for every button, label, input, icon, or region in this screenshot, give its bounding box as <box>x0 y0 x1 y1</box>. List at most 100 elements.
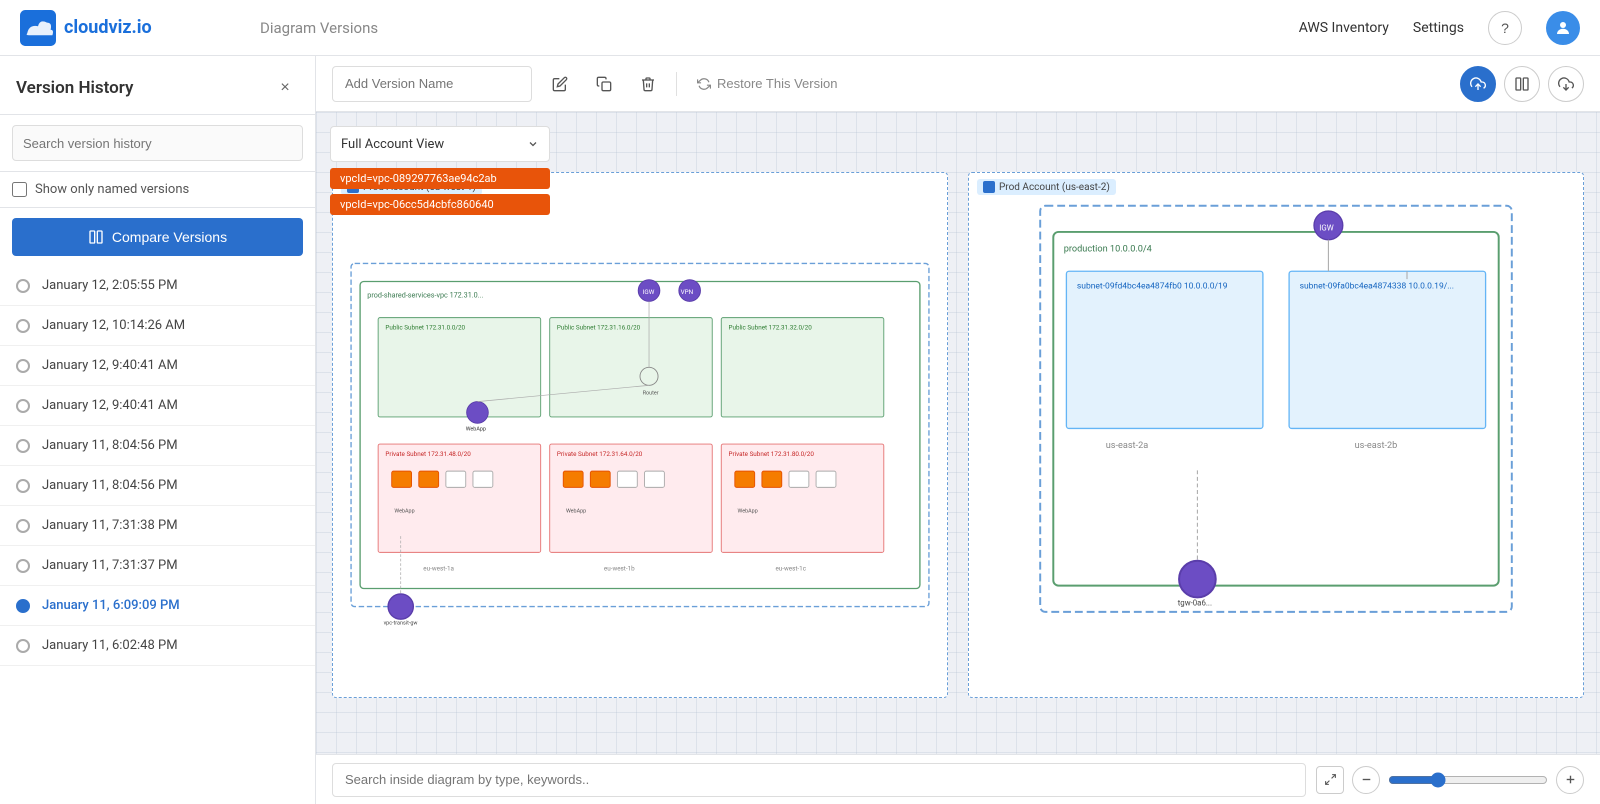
panel-right-label: Prod Account (us-east-2) <box>999 182 1110 193</box>
named-versions-label: Show only named versions <box>35 182 189 197</box>
expand-icon <box>1324 773 1337 786</box>
svg-text:Private Subnet 172.31.48.0/20: Private Subnet 172.31.48.0/20 <box>385 450 471 458</box>
version-dot <box>16 639 30 653</box>
logo-text: cloudviz.io <box>64 17 152 38</box>
upload-button[interactable] <box>1460 66 1496 102</box>
upload-icon <box>1470 76 1486 92</box>
diagrams-container: Prod Account (eu-west-1) prod-shared-ser… <box>332 172 1584 698</box>
svg-text:Public Subnet 172.31.16.0/20: Public Subnet 172.31.16.0/20 <box>557 323 641 331</box>
diagram-area: Full Account View vpcId=vpc-089297763ae9… <box>316 112 1600 754</box>
aws-inventory-link[interactable]: AWS Inventory <box>1299 20 1389 36</box>
version-date-text: January 11, 8:04:56 PM <box>42 478 178 493</box>
diagram-controls: Full Account View vpcId=vpc-089297763ae9… <box>330 126 550 215</box>
svg-text:Private Subnet 172.31.80.0/20: Private Subnet 172.31.80.0/20 <box>728 450 814 458</box>
svg-text:WebApp: WebApp <box>394 509 414 515</box>
version-list-item[interactable]: January 11, 6:02:48 PM <box>0 626 315 666</box>
version-list-item[interactable]: January 11, 8:04:56 PM <box>0 466 315 506</box>
zoom-out-button[interactable] <box>1352 766 1380 794</box>
version-name-input[interactable] <box>332 66 532 102</box>
search-inside-diagram[interactable] <box>332 763 1306 797</box>
copy-icon <box>596 76 612 92</box>
compare-versions-button[interactable]: Compare Versions <box>12 218 303 256</box>
version-list-item[interactable]: January 11, 6:09:09 PM <box>0 586 315 626</box>
toolbar-right <box>1460 66 1584 102</box>
named-versions-checkbox[interactable] <box>12 182 27 197</box>
panel-right-header: Prod Account (us-east-2) <box>977 179 1116 195</box>
version-date-text: January 11, 6:09:09 PM <box>42 598 180 613</box>
person-icon <box>1554 19 1572 37</box>
vpc-pill-1[interactable]: vpcId=vpc-089297763ae94c2ab <box>330 168 550 189</box>
page-title: Diagram Versions <box>260 19 1279 37</box>
sidebar-header: Version History × <box>0 56 315 115</box>
main-content: Restore This Version <box>316 56 1600 804</box>
diagram-svg-right: production 10.0.0.0/4 IGW Router subnet-… <box>969 173 1583 697</box>
panel-right-icon <box>983 181 995 193</box>
edit-icon <box>552 76 568 92</box>
restore-version-button[interactable]: Restore This Version <box>689 76 845 91</box>
filter-dropdown[interactable]: Full Account View <box>330 126 550 162</box>
compare-icon-button[interactable] <box>1504 66 1540 102</box>
svg-text:eu-west-1b: eu-west-1b <box>604 564 635 572</box>
svg-text:IGW: IGW <box>1319 224 1333 233</box>
version-list-item[interactable]: January 12, 2:05:55 PM <box>0 266 315 306</box>
svg-text:production 10.0.0.0/4: production 10.0.0.0/4 <box>1064 244 1152 255</box>
download-button[interactable] <box>1548 66 1584 102</box>
fullscreen-button[interactable] <box>1316 766 1344 794</box>
svg-text:Router: Router <box>643 390 659 396</box>
version-dot <box>16 399 30 413</box>
zoom-in-button[interactable] <box>1556 766 1584 794</box>
version-date-text: January 12, 2:05:55 PM <box>42 278 178 293</box>
main-layout: Version History × Show only named versio… <box>0 56 1600 804</box>
version-list-item[interactable]: January 11, 7:31:38 PM <box>0 506 315 546</box>
search-box <box>0 115 315 172</box>
diagram-panel-left: Prod Account (eu-west-1) prod-shared-ser… <box>332 172 948 698</box>
compare-icon <box>88 229 104 245</box>
svg-text:eu-west-1c: eu-west-1c <box>775 564 806 572</box>
svg-text:eu-west-1a: eu-west-1a <box>423 564 454 572</box>
delete-version-button[interactable] <box>632 68 664 100</box>
copy-version-button[interactable] <box>588 68 620 100</box>
version-list-item[interactable]: January 12, 9:40:41 AM <box>0 386 315 426</box>
search-input[interactable] <box>12 125 303 161</box>
vpc-pill-2[interactable]: vpcId=vpc-06cc5d4cbfc860640 <box>330 194 550 215</box>
zoom-controls <box>1316 766 1584 794</box>
svg-text:subnet-09fa0bc4ea4874338 10.0.: subnet-09fa0bc4ea4874338 10.0.0.19/... <box>1300 281 1454 291</box>
svg-text:WebApp: WebApp <box>738 509 758 515</box>
svg-text:tgw-0a6...: tgw-0a6... <box>1178 598 1212 607</box>
diagram-panel-right: Prod Account (us-east-2) production 10.0… <box>968 172 1584 698</box>
logo-area: cloudviz.io <box>20 10 220 46</box>
restore-icon <box>697 77 711 91</box>
settings-link[interactable]: Settings <box>1413 20 1464 36</box>
svg-text:subnet-09fd4bc4ea4874fb0 10.0.: subnet-09fd4bc4ea4874fb0 10.0.0.0/19 <box>1077 281 1228 291</box>
restore-btn-label: Restore This Version <box>717 76 837 91</box>
version-list-item[interactable]: January 12, 9:40:41 AM <box>0 346 315 386</box>
close-sidebar-button[interactable]: × <box>271 74 299 102</box>
vpc-pills: vpcId=vpc-089297763ae94c2ab vpcId=vpc-06… <box>330 168 550 215</box>
svg-text:IGW: IGW <box>643 288 655 296</box>
svg-text:prod-shared-services-vpc 172.3: prod-shared-services-vpc 172.31.0... <box>367 291 483 300</box>
version-date-text: January 11, 6:02:48 PM <box>42 638 178 653</box>
version-dot <box>16 319 30 333</box>
version-list-item[interactable]: January 11, 8:04:56 PM <box>0 426 315 466</box>
version-date-text: January 12, 10:14:26 AM <box>42 318 185 333</box>
version-date-text: January 11, 7:31:38 PM <box>42 518 178 533</box>
user-avatar[interactable] <box>1546 11 1580 45</box>
compare-btn-label: Compare Versions <box>112 229 227 245</box>
version-date-text: January 11, 8:04:56 PM <box>42 438 178 453</box>
bottom-bar <box>316 754 1600 804</box>
svg-text:Public Subnet 172.31.0.0/20: Public Subnet 172.31.0.0/20 <box>385 323 465 331</box>
svg-text:VPN: VPN <box>681 288 694 296</box>
diagram-svg-left: prod-shared-services-vpc 172.31.0... Pub… <box>333 173 947 697</box>
filter-label: Full Account View <box>341 137 444 152</box>
version-date-text: January 11, 7:31:37 PM <box>42 558 178 573</box>
version-list-item[interactable]: January 11, 7:31:37 PM <box>0 546 315 586</box>
version-dot <box>16 439 30 453</box>
zoom-slider[interactable] <box>1388 772 1548 788</box>
version-dot <box>16 479 30 493</box>
help-button[interactable]: ? <box>1488 11 1522 45</box>
trash-icon <box>640 76 656 92</box>
sidebar-title: Version History <box>16 78 133 98</box>
version-list-item[interactable]: January 12, 10:14:26 AM <box>0 306 315 346</box>
minus-icon <box>1360 773 1373 786</box>
edit-version-button[interactable] <box>544 68 576 100</box>
